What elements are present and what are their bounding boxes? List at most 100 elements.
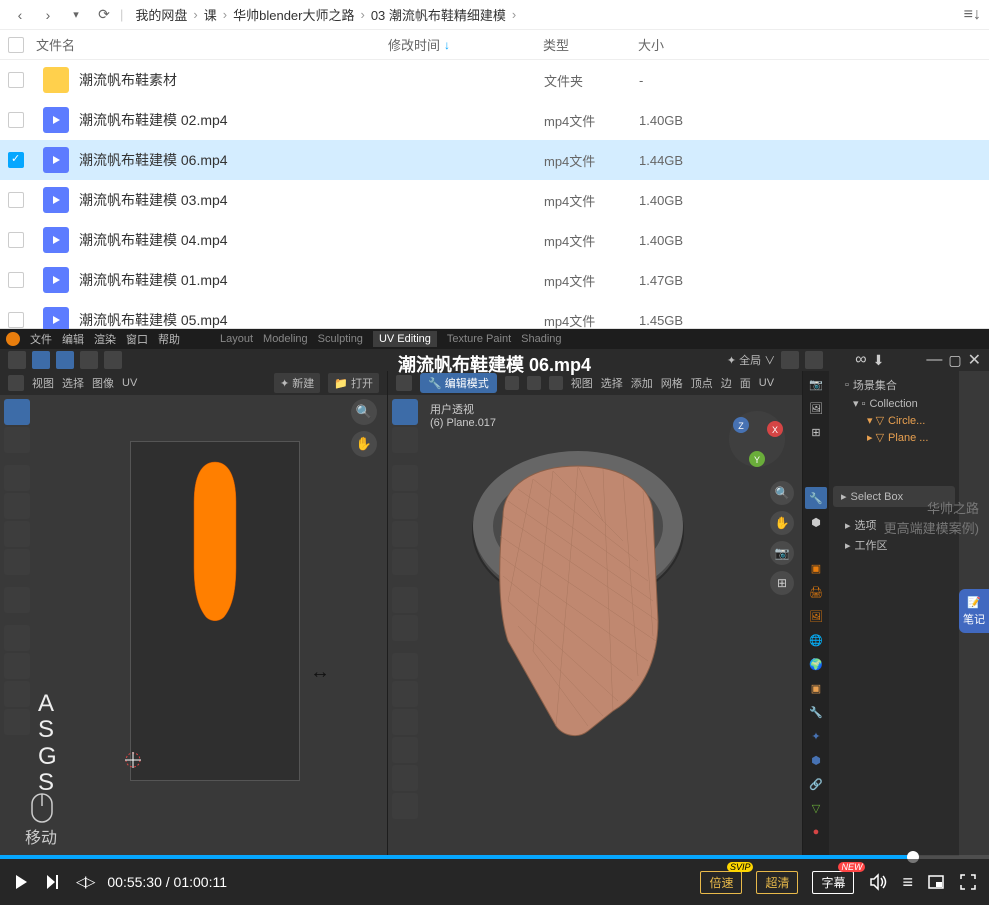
prop-render-icon[interactable]: 📷 [805, 373, 827, 395]
dropdown-button[interactable]: ▾ [64, 3, 88, 27]
vp-menu-select[interactable]: 选择 [601, 375, 623, 391]
prop-output-icon[interactable]: 🖼 [805, 397, 827, 419]
edge-mode-icon[interactable] [527, 376, 541, 390]
share-icon[interactable]: ∞ [855, 351, 866, 369]
vp-menu-face[interactable]: 面 [740, 375, 751, 391]
tool-scale[interactable] [4, 521, 30, 547]
tool-scale[interactable] [392, 521, 418, 547]
refresh-button[interactable]: ⟳ [92, 3, 116, 27]
tab-shading[interactable]: Shading [521, 333, 561, 345]
file-checkbox[interactable] [8, 232, 24, 248]
vp-menu-uv[interactable]: UV [759, 377, 774, 389]
sort-button[interactable]: ≡↓ [964, 6, 981, 24]
breadcrumb-item[interactable]: 华帅blender大师之路 [233, 5, 354, 24]
face-mode-icon[interactable] [549, 376, 563, 390]
pip-button[interactable] [927, 873, 945, 891]
tool-loopcut[interactable] [392, 737, 418, 763]
zoom-icon[interactable]: 🔍 [351, 399, 377, 425]
outliner-collection[interactable]: ▾ ▫ Collection [833, 395, 955, 412]
forward-button[interactable]: › [36, 3, 60, 27]
tab-uv-editing[interactable]: UV Editing [373, 331, 437, 347]
pan-icon[interactable]: ✋ [770, 511, 794, 535]
menu-file[interactable]: 文件 [30, 331, 52, 347]
volume-button[interactable] [868, 872, 888, 892]
column-size[interactable]: 大小 [638, 35, 981, 54]
header-icon[interactable] [32, 351, 50, 369]
tool-inset[interactable] [392, 681, 418, 707]
tab-texture-paint[interactable]: Texture Paint [447, 333, 511, 345]
prop-material-icon[interactable]: ● [805, 821, 827, 843]
uv-menu-select[interactable]: 选择 [62, 375, 84, 391]
prop-viewlaytear-icon[interactable]: 🖼 [805, 605, 827, 627]
tool-rotate[interactable] [392, 493, 418, 519]
file-row[interactable]: 潮流帆布鞋建模 04.mp4mp4文件1.40GB [0, 220, 989, 260]
prop-world-icon[interactable]: 🌍 [805, 653, 827, 675]
menu-help[interactable]: 帮助 [158, 331, 180, 347]
outliner-item[interactable]: ▸ ▽ Plane ... [833, 429, 955, 446]
close-icon[interactable]: ✕ [968, 350, 981, 370]
header-icon[interactable] [805, 351, 823, 369]
file-checkbox[interactable] [8, 312, 24, 328]
tool-select[interactable] [392, 399, 418, 425]
subtitle-button[interactable]: 字幕 NEW [812, 871, 854, 894]
prop-render-icon[interactable]: ▣ [805, 557, 827, 579]
speed-button[interactable]: 倍速 SVIP [700, 871, 742, 894]
tool-transform[interactable] [4, 549, 30, 575]
menu-window[interactable]: 窗口 [126, 331, 148, 347]
tool-relax[interactable] [4, 681, 30, 707]
uv-open-button[interactable]: 📁 打开 [328, 373, 379, 393]
tool-polybuild[interactable] [392, 793, 418, 819]
vp-menu-vertex[interactable]: 顶点 [691, 375, 713, 391]
select-all-checkbox[interactable] [8, 37, 24, 53]
uv-menu-uv[interactable]: UV [122, 377, 137, 389]
header-icon[interactable] [80, 351, 98, 369]
file-checkbox[interactable] [8, 192, 24, 208]
file-row[interactable]: 潮流帆布鞋素材文件夹- [0, 60, 989, 100]
playlist-button[interactable]: ≡ [902, 872, 913, 893]
tool-rotate[interactable] [4, 493, 30, 519]
tool-knife[interactable] [392, 765, 418, 791]
header-icon[interactable] [56, 351, 74, 369]
tab-modeling[interactable]: Modeling [263, 333, 308, 345]
prop-object-icon[interactable]: ▣ [805, 677, 827, 699]
prop-physics-icon[interactable]: ⬢ [805, 749, 827, 771]
tool-annotate[interactable] [4, 587, 30, 613]
column-time[interactable]: 修改时间↓ [388, 35, 543, 54]
prop-view-icon[interactable]: ⊞ [805, 421, 827, 443]
vp-menu-add[interactable]: 添加 [631, 375, 653, 391]
uv-new-button[interactable]: ✦ 新建 [274, 373, 320, 393]
tool-bevel[interactable] [392, 709, 418, 735]
column-name[interactable]: 文件名 [33, 35, 388, 54]
tool-rip[interactable] [4, 625, 30, 651]
file-checkbox[interactable] [8, 272, 24, 288]
tool-pinch[interactable] [4, 709, 30, 735]
back-button[interactable]: ‹ [8, 3, 32, 27]
viewport-gizmo[interactable]: X Y Z [727, 409, 787, 469]
editor-type-icon[interactable] [8, 375, 24, 391]
next-button[interactable] [44, 873, 62, 891]
tool-transform[interactable] [392, 549, 418, 575]
maximize-icon[interactable]: ▢ [948, 352, 961, 369]
tab-sculpting[interactable]: Sculpting [318, 333, 363, 345]
file-row[interactable]: 潮流帆布鞋建模 03.mp4mp4文件1.40GB [0, 180, 989, 220]
prop-scene-icon[interactable]: 🌐 [805, 629, 827, 651]
vertex-mode-icon[interactable] [505, 376, 519, 390]
tool-cursor[interactable] [4, 427, 30, 453]
menu-render[interactable]: 渲染 [94, 331, 116, 347]
file-checkbox[interactable] [8, 152, 24, 168]
file-row[interactable]: 潮流帆布鞋建模 01.mp4mp4文件1.47GB [0, 260, 989, 300]
file-checkbox[interactable] [8, 72, 24, 88]
zoom-icon[interactable]: 🔍 [770, 481, 794, 505]
uv-menu-image[interactable]: 图像 [92, 375, 114, 391]
prop-modifier-icon[interactable]: 🔧 [805, 701, 827, 723]
minimize-icon[interactable]: — [926, 351, 942, 369]
menu-edit[interactable]: 编辑 [62, 331, 84, 347]
notes-button[interactable]: 📝 笔记 [959, 589, 989, 633]
tool-cursor[interactable] [392, 427, 418, 453]
mode-dropdown[interactable]: 🔧 编辑模式 [420, 373, 497, 393]
tool-grab[interactable] [4, 653, 30, 679]
prop-particle-icon[interactable]: ✦ [805, 725, 827, 747]
header-icon[interactable] [781, 351, 799, 369]
camera-icon[interactable]: 📷 [770, 541, 794, 565]
tool-extrude[interactable] [392, 653, 418, 679]
